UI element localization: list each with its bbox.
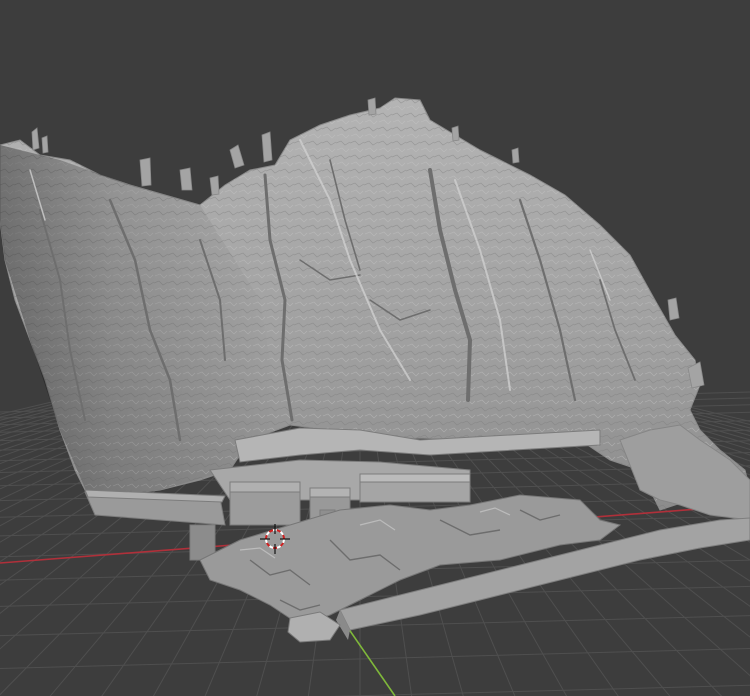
scanned-mesh[interactable] xyxy=(0,97,750,643)
y-axis-line xyxy=(345,624,396,696)
right-outcrop xyxy=(619,424,750,521)
grid-line xyxy=(330,684,750,696)
foreground-block xyxy=(287,611,341,643)
3d-viewport[interactable] xyxy=(0,0,750,696)
viewport-scene[interactable] xyxy=(0,0,750,696)
